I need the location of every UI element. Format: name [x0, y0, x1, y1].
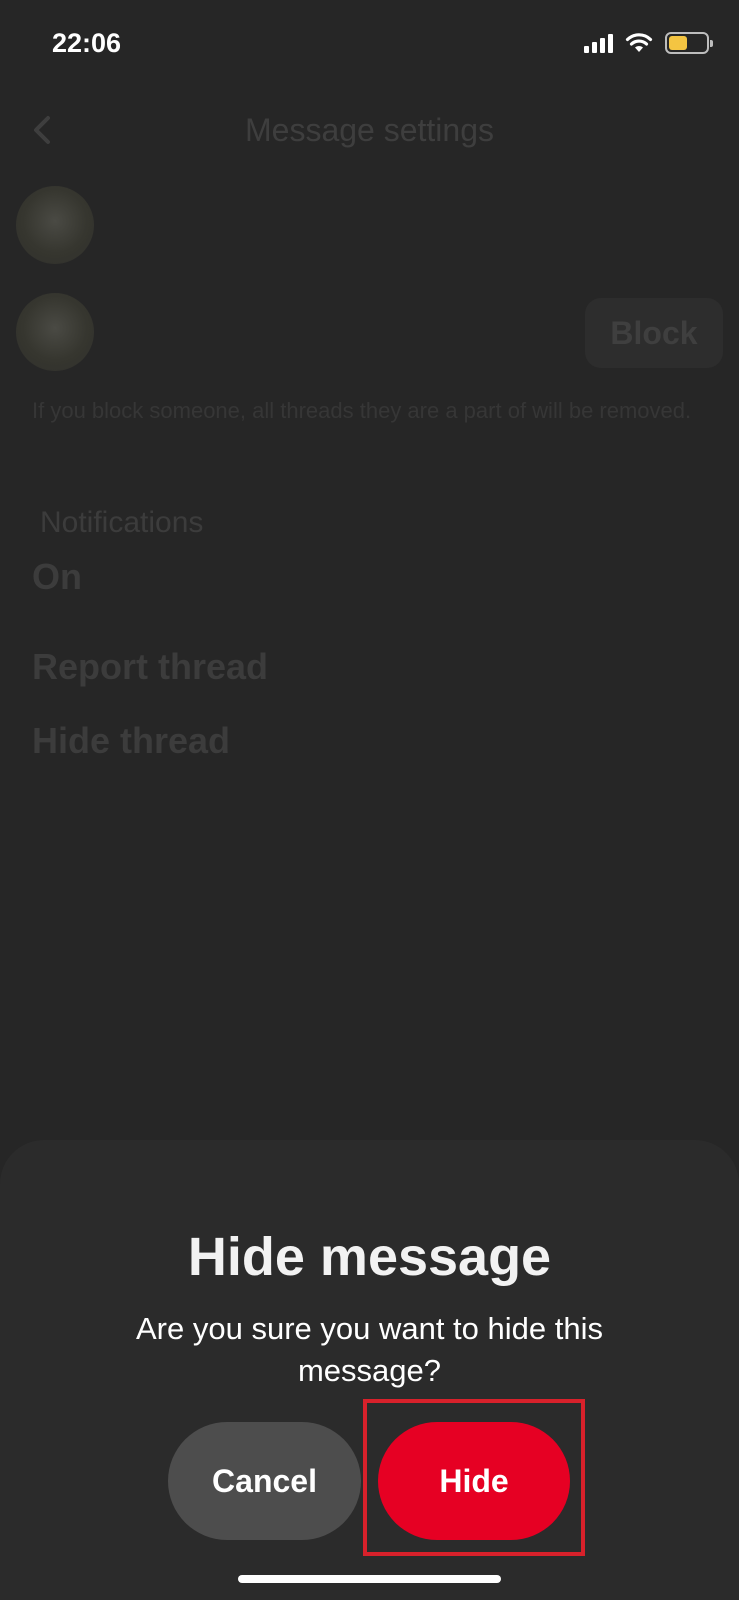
cellular-signal-icon	[584, 33, 613, 53]
highlight-box	[363, 1399, 585, 1556]
battery-icon	[665, 32, 713, 54]
page-title: Message settings	[244, 112, 494, 148]
block-button[interactable]: Block	[585, 298, 723, 368]
avatar[interactable]	[16, 186, 94, 264]
notifications-value[interactable]: On	[32, 556, 82, 598]
message-settings-page: Message settings Block If you block some…	[0, 90, 739, 1140]
status-icons	[584, 32, 713, 54]
cancel-button[interactable]: Cancel	[168, 1422, 361, 1540]
notifications-label: Notifications	[40, 506, 204, 539]
dialog-body: Are you sure you want to hide this messa…	[136, 1311, 603, 1388]
wifi-icon	[625, 33, 653, 52]
dialog-title: Hide message	[187, 1227, 552, 1287]
status-time: 22:06	[52, 28, 122, 58]
hide-message-dialog: Hide message Are you sure you want to hi…	[0, 1140, 739, 1600]
block-note: If you block someone, all threads they a…	[32, 398, 692, 423]
battery-level	[669, 36, 687, 50]
hide-thread-option[interactable]: Hide thread	[32, 720, 230, 762]
status-bar: 22:06	[0, 0, 739, 90]
report-thread-option[interactable]: Report thread	[32, 646, 268, 688]
home-indicator	[238, 1575, 501, 1583]
avatar[interactable]	[16, 293, 94, 371]
